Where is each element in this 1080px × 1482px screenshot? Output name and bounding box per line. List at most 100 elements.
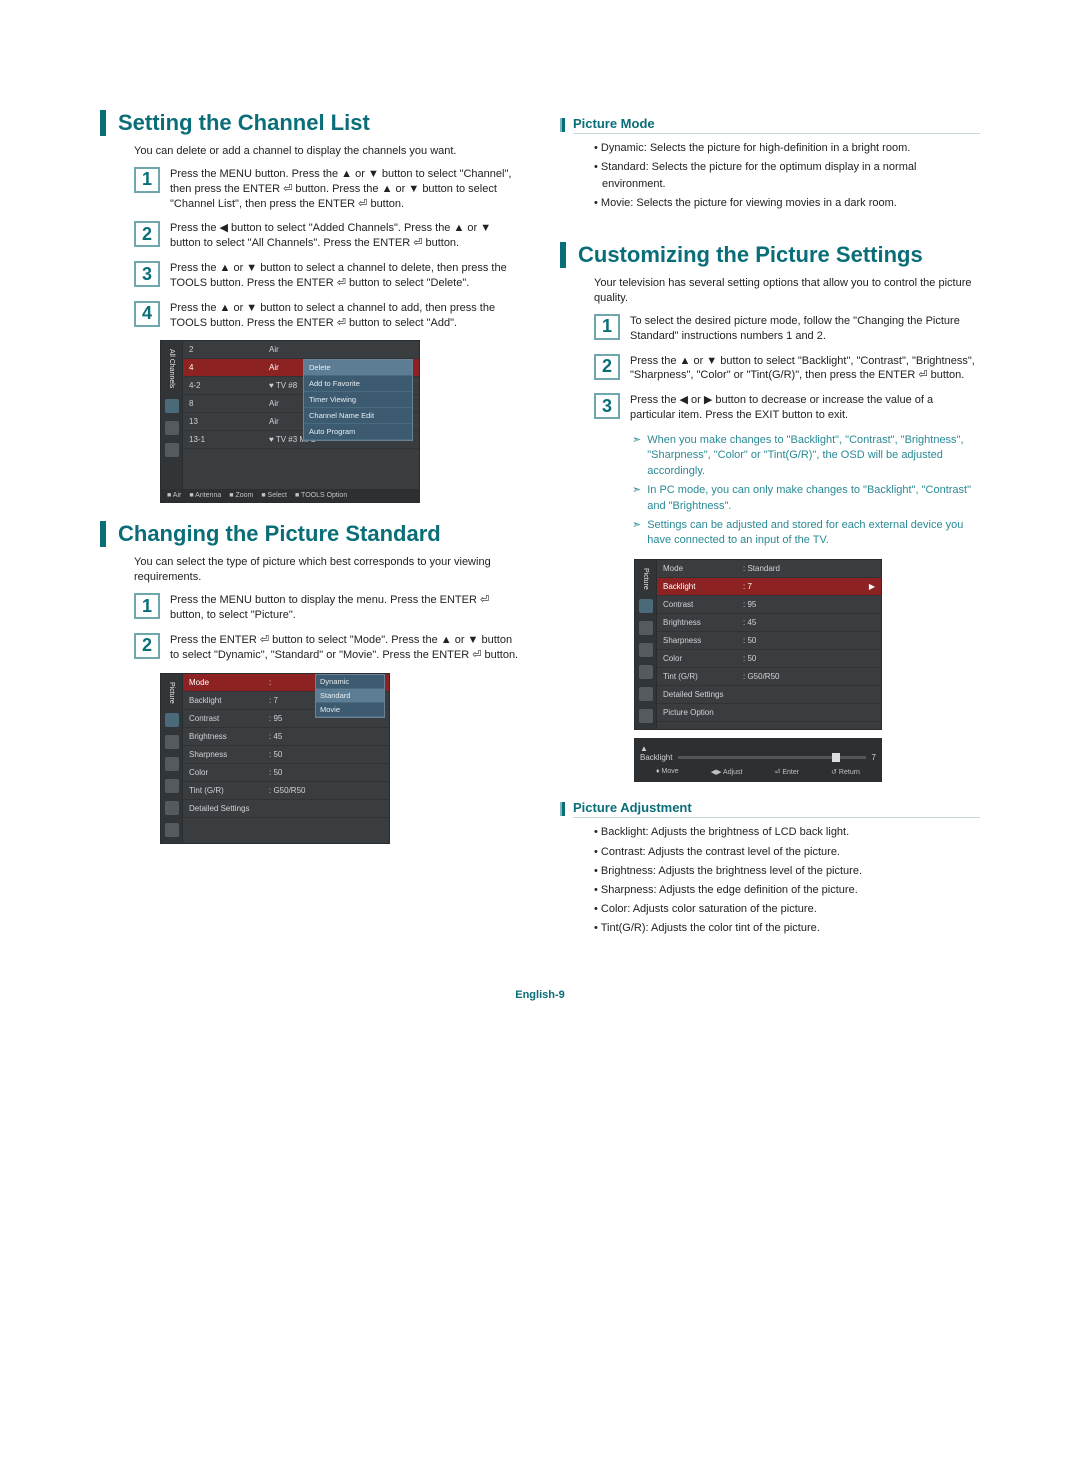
bullet-item: Dynamic: Selects the picture for high-de…	[594, 140, 980, 157]
section-title: Changing the Picture Standard	[118, 521, 441, 547]
section-title: Setting the Channel List	[118, 110, 370, 136]
footer-item: TOOLS Option	[295, 492, 347, 499]
osd-side-label: All Channels	[168, 347, 175, 390]
footer-item: Air	[167, 492, 181, 499]
footer-item: ◀▶ Adjust	[711, 768, 743, 776]
osd-main: Mode: Backlight: 7 Contrast: 95 Brightne…	[183, 674, 389, 844]
step-text: Press the MENU button to display the men…	[170, 593, 520, 623]
popup-item: Channel Name Edit	[304, 408, 412, 424]
picture-icon	[639, 599, 653, 613]
step-number-icon: 3	[594, 393, 620, 419]
picture-icon	[165, 713, 179, 727]
footer-item: ⏎ Enter	[775, 768, 800, 776]
chevron-right-icon: ▶	[869, 582, 875, 591]
osd-row: Brightness: 45	[183, 728, 389, 746]
osd-row: Picture Option	[657, 704, 881, 722]
note-arrow-icon: ➣	[632, 433, 641, 479]
steps-channel-list: 1Press the MENU button. Press the ▲ or ▼…	[134, 167, 520, 331]
step-text: Press the ENTER ⏎ button to select "Mode…	[170, 633, 520, 663]
footer-item: Select	[261, 492, 287, 499]
step-text: Press the ◀ button to select "Added Chan…	[170, 221, 520, 251]
step-number-icon: 1	[594, 314, 620, 340]
sound-icon	[639, 621, 653, 635]
note-text: In PC mode, you can only make changes to…	[647, 483, 980, 514]
dropdown-item: Movie	[316, 703, 384, 717]
osd-tools-popup: Delete Add to Favorite Timer Viewing Cha…	[303, 359, 413, 441]
step-number-icon: 1	[134, 167, 160, 193]
step-text: Press the ▲ or ▼ button to select a chan…	[170, 301, 520, 331]
bullet-item: Tint(G/R): Adjusts the color tint of the…	[594, 920, 980, 937]
section-header-customizing: Customizing the Picture Settings	[560, 242, 980, 268]
intro-text: You can select the type of picture which…	[134, 555, 520, 585]
step-number-icon: 1	[134, 593, 160, 619]
osd-mode-dropdown: Dynamic Standard Movie	[315, 674, 385, 718]
footer-item: Zoom	[229, 492, 253, 499]
sub-title: Picture Adjustment	[573, 800, 980, 818]
step-text: Press the ▲ or ▼ button to select "Backl…	[630, 354, 980, 384]
osd-panel: All Channels 2Air 4Air 4-2♥ TV #8 8Air 1…	[160, 340, 420, 503]
popup-item: Timer Viewing	[304, 392, 412, 408]
footer-item: Antenna	[189, 492, 221, 499]
note-text: When you make changes to "Backlight", "C…	[647, 433, 980, 479]
bullet-item: Backlight: Adjusts the brightness of LCD…	[594, 824, 980, 841]
osd-main: Mode: Standard Backlight: 7▶ Contrast: 9…	[657, 560, 881, 730]
steps-customizing: 1 To select the desired picture mode, fol…	[594, 314, 980, 423]
slider-label: Backlight	[640, 753, 672, 762]
slider-thumb	[832, 753, 840, 762]
input-icon	[165, 801, 179, 815]
osd-footer: ♦ Move ◀▶ Adjust ⏎ Enter ↺ Return	[640, 768, 876, 776]
intro-text: You can delete or add a channel to displ…	[134, 144, 520, 159]
input-icon	[639, 687, 653, 701]
bullet-item: Sharpness: Adjusts the edge definition o…	[594, 882, 980, 899]
subsection-header-picture-mode: Picture Mode	[560, 116, 980, 134]
slider-value: 7	[872, 753, 876, 762]
manual-page: Setting the Channel List You can delete …	[0, 0, 1080, 979]
section-title: Customizing the Picture Settings	[578, 242, 923, 268]
step-number-icon: 3	[134, 261, 160, 287]
signal-icon	[165, 443, 179, 457]
setup-icon	[639, 665, 653, 679]
picture-mode-bullets: Dynamic: Selects the picture for high-de…	[594, 140, 980, 212]
picture-adjustment-bullets: Backlight: Adjusts the brightness of LCD…	[594, 824, 980, 936]
tv-icon	[165, 399, 179, 413]
section-bar-icon	[100, 110, 106, 136]
osd-row-selected: Backlight: 7▶	[657, 578, 881, 596]
step-number-icon: 2	[134, 221, 160, 247]
osd-row: Mode: Standard	[657, 560, 881, 578]
osd-slider-panel: ▲ Backlight 7 ♦ Move ◀▶ Adjust ⏎ Enter ↺…	[634, 738, 882, 782]
setup-icon	[165, 779, 179, 793]
application-icon	[165, 823, 179, 837]
osd-row: Sharpness: 50	[183, 746, 389, 764]
popup-item: Delete	[304, 360, 412, 376]
channel-icon	[165, 757, 179, 771]
sub-title: Picture Mode	[573, 116, 980, 134]
osd-channel-list-figure: All Channels 2Air 4Air 4-2♥ TV #8 8Air 1…	[160, 340, 520, 503]
osd-sidebar: All Channels	[161, 341, 183, 489]
section-bar-icon	[560, 242, 566, 268]
dropdown-item: Standard	[316, 689, 384, 703]
popup-item: Auto Program	[304, 424, 412, 440]
osd-row: Tint (G/R): G50/R50	[657, 668, 881, 686]
osd-sidebar: Picture	[161, 674, 183, 844]
dropdown-item: Dynamic	[316, 675, 384, 689]
osd-panel: Picture Mode: Standard Backlight: 7▶ Con…	[634, 559, 882, 731]
sound-icon	[165, 735, 179, 749]
section-header-picture-standard: Changing the Picture Standard	[100, 521, 520, 547]
notes-block: ➣When you make changes to "Backlight", "…	[632, 433, 980, 549]
step-text: To select the desired picture mode, foll…	[630, 314, 980, 344]
osd-side-label: Picture	[168, 680, 175, 706]
bullet-item: Color: Adjusts color saturation of the p…	[594, 901, 980, 918]
section-header-channel-list: Setting the Channel List	[100, 110, 520, 136]
bullet-item: Movie: Selects the picture for viewing m…	[594, 195, 980, 212]
footer-item: ♦ Move	[656, 768, 679, 776]
sub-bar-icon	[560, 118, 565, 132]
note-arrow-icon: ➣	[632, 483, 641, 514]
osd-row: Brightness: 45	[657, 614, 881, 632]
popup-item: Add to Favorite	[304, 376, 412, 392]
osd-row: Color: 50	[183, 764, 389, 782]
step-number-icon: 4	[134, 301, 160, 327]
sub-bar-icon	[560, 802, 565, 816]
note-arrow-icon: ➣	[632, 518, 641, 549]
osd-row: Color: 50	[657, 650, 881, 668]
osd-sidebar: Picture	[635, 560, 657, 730]
